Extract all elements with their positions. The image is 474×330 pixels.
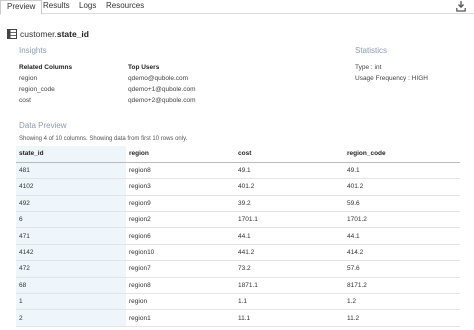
page-title: customer. state_id	[7, 28, 89, 40]
table-cell: region2	[126, 211, 235, 229]
table-row: 6 region2 1701.1 1701.2	[16, 211, 460, 229]
table-cell: 1.2	[344, 293, 460, 311]
table-cell: 44.1	[344, 227, 460, 245]
stat-type-value: int	[374, 64, 382, 71]
table-cell: 44.1	[235, 227, 344, 245]
related-column-item[interactable]: region_code	[19, 85, 55, 95]
table-icon	[7, 29, 17, 39]
table-cell: 4102	[16, 178, 126, 196]
table-cell: 414.2	[344, 244, 460, 262]
table-cell: region8	[126, 162, 235, 180]
tab-logs[interactable]: Logs	[73, 0, 102, 14]
stat-type: Type : int	[355, 64, 382, 71]
preview-note: Showing 4 of 10 columns. Showing data fr…	[19, 136, 188, 142]
table-cell: 4142	[16, 244, 126, 262]
table-cell: 8171.2	[344, 277, 460, 295]
column-header[interactable]: state_id	[16, 146, 126, 163]
table-cell: 1.1	[235, 293, 344, 311]
stat-usage: Usage Frequency : HIGH	[355, 75, 428, 82]
table-cell: 6	[16, 211, 126, 229]
table-row: 4102 region3 401.2 401.2	[16, 178, 460, 196]
column-header[interactable]: cost	[235, 146, 344, 163]
table-cell: 472	[16, 260, 126, 278]
table-cell: 57.6	[344, 260, 460, 278]
table-cell: region8	[126, 277, 235, 295]
table-header-row: state_id region cost region_code	[16, 146, 460, 163]
top-user-item: qdemo@qubole.com	[128, 75, 189, 82]
insights-label: Insights	[19, 46, 47, 55]
table-cell: 59.6	[344, 195, 460, 213]
table-cell: 481	[16, 162, 126, 180]
data-preview-label: Data Preview	[19, 121, 67, 130]
table-cell: region10	[126, 244, 235, 262]
data-preview-table: state_id region cost region_code 481 regi…	[16, 146, 460, 327]
title-column-name: state_id	[56, 29, 89, 39]
table-cell: 68	[16, 277, 126, 295]
stat-type-label: Type	[355, 64, 370, 71]
tab-resources[interactable]: Resources	[100, 0, 150, 14]
table-cell: 11.1	[235, 309, 344, 327]
table-row: 1 region 1.1 1.2	[16, 293, 460, 311]
table-cell: region6	[126, 227, 235, 245]
table-cell: 2	[16, 309, 126, 327]
stat-usage-label: Usage Frequency	[355, 75, 407, 82]
table-row: 2 region1 11.1 11.2	[16, 309, 460, 327]
table-cell: 492	[16, 195, 126, 213]
table-cell: region7	[126, 260, 235, 278]
table-row: 4142 region10 441.2 414.2	[16, 244, 460, 262]
column-header[interactable]: region	[126, 146, 235, 163]
table-cell: 73.2	[235, 260, 344, 278]
table-row: 471 region6 44.1 44.1	[16, 227, 460, 245]
table-cell: 1701.1	[235, 211, 344, 229]
table-cell: region3	[126, 178, 235, 196]
top-user-item: qdemo+1@qubole.com	[128, 86, 196, 93]
table-row: 492 region9 39.2 59.6	[16, 195, 460, 213]
download-icon[interactable]	[456, 1, 466, 12]
related-column-item[interactable]: cost	[19, 96, 31, 106]
table-cell: 441.2	[235, 244, 344, 262]
title-table-name: customer.	[20, 29, 57, 39]
table-cell: 1701.2	[344, 211, 460, 229]
related-column-item[interactable]: region	[19, 74, 37, 84]
table-cell: 49.1	[235, 162, 344, 180]
table-cell: region1	[126, 309, 235, 327]
column-header[interactable]: region_code	[344, 146, 460, 163]
stat-usage-value: HIGH	[411, 75, 428, 82]
table-cell: 471	[16, 227, 126, 245]
related-columns-label: Related Columns	[19, 64, 73, 71]
table-cell: 49.1	[344, 162, 460, 180]
table-cell: region9	[126, 195, 235, 213]
table-cell: 401.2	[235, 178, 344, 196]
table-cell: region	[126, 293, 235, 311]
table-cell: 401.2	[344, 178, 460, 196]
table-cell: 39.2	[235, 195, 344, 213]
top-user-item: qdemo+2@qubole.com	[128, 97, 196, 104]
top-users-label: Top Users	[128, 64, 160, 71]
tab-results[interactable]: Results	[37, 0, 76, 14]
table-row: 68 region8 1871.1 8171.2	[16, 277, 460, 295]
table-cell: 1871.1	[235, 277, 344, 295]
table-row: 481 region8 49.1 49.1	[16, 162, 460, 180]
table-cell: 11.2	[344, 309, 460, 327]
table-cell: 1	[16, 293, 126, 311]
statistics-label: Statistics	[355, 46, 388, 55]
table-row: 472 region7 73.2 57.6	[16, 260, 460, 278]
tab-bar: Preview Results Logs Resources	[0, 0, 474, 15]
